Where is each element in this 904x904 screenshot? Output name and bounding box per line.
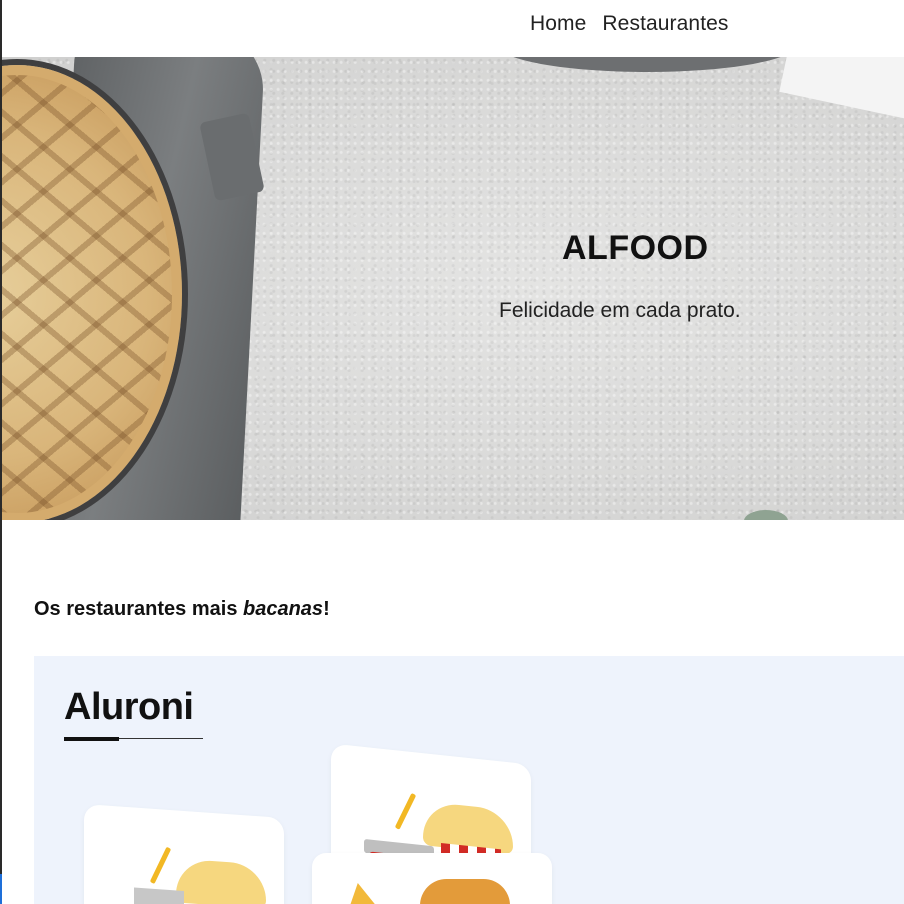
section-title-emphasis: bacanas — [243, 598, 324, 620]
popcorn-illustration — [176, 858, 266, 904]
nav-links: Home Restaurantes — [530, 12, 729, 36]
window-left-edge — [0, 0, 2, 904]
nav-item-home: Home — [530, 12, 586, 36]
section-title-prefix: Os restaurantes mais — [34, 598, 243, 620]
straw-illustration — [149, 846, 172, 885]
cup-lid-illustration — [134, 887, 184, 904]
window-edge-accent — [0, 874, 2, 904]
section-title: Os restaurantes mais bacanas! — [34, 598, 330, 621]
hero-title: ALFOOD — [562, 229, 709, 267]
nav-item-restaurantes: Restaurantes — [602, 12, 728, 36]
nav-link-home[interactable]: Home — [530, 12, 586, 35]
dish-card[interactable] — [84, 804, 284, 904]
burger-illustration — [420, 879, 510, 904]
section-title-suffix: ! — [323, 598, 330, 620]
pizza-slice-illustration — [344, 883, 390, 904]
restaurant-name-underline-accent — [64, 737, 119, 741]
restaurant-name: Aluroni — [64, 686, 194, 728]
nav-link-restaurantes[interactable]: Restaurantes — [602, 12, 728, 35]
top-navbar: Home Restaurantes — [0, 0, 904, 57]
hero-banner: ALFOOD Felicidade em cada prato. — [2, 57, 904, 520]
restaurant-name-underline — [64, 737, 203, 741]
straw-illustration — [394, 792, 417, 830]
dish-card-base[interactable] — [312, 853, 552, 904]
hero-subtitle: Felicidade em cada prato. — [499, 299, 741, 322]
restaurant-card: Aluroni — [34, 656, 904, 904]
